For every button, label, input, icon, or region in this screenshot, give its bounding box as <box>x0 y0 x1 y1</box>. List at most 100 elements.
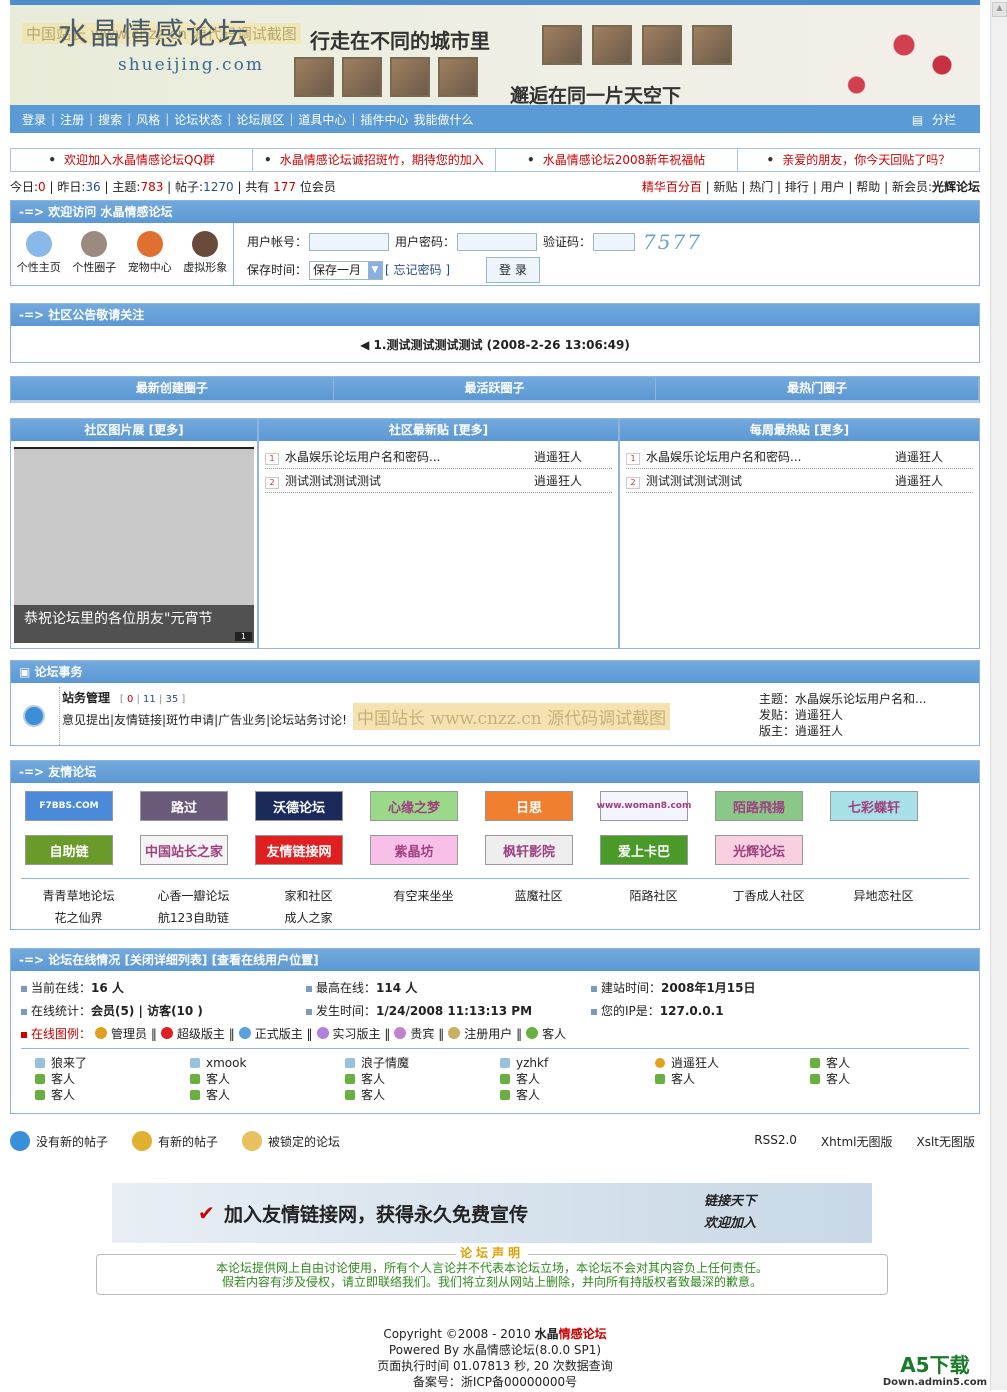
nav-item[interactable]: 风格 <box>136 111 160 128</box>
friend-logo[interactable]: 陌路飛揚 <box>715 791 803 821</box>
scroll-up-arrow[interactable]: ▲ <box>992 2 1007 17</box>
version-link[interactable]: Xslt无图版 <box>916 1133 975 1150</box>
post-author[interactable]: 逍遥狂人 <box>534 445 582 468</box>
stats-link[interactable]: 新贴 <box>714 180 738 194</box>
last-poster[interactable]: 发贴：逍遥狂人 <box>759 707 926 723</box>
welcome-shortcut[interactable]: 宠物中心 <box>123 231 177 285</box>
post-title[interactable]: 水晶娱乐论坛用户名和密码... <box>646 450 801 464</box>
friend-logo[interactable]: 紫晶坊 <box>370 835 458 865</box>
save-time-select[interactable]: 保存一月 ▼ <box>309 260 384 280</box>
post-author[interactable]: 逍遥狂人 <box>895 445 943 468</box>
version-link[interactable]: RSS2.0 <box>754 1133 797 1150</box>
online-user[interactable]: 客人 <box>810 1071 965 1087</box>
nav-item[interactable]: 注册 <box>60 111 84 128</box>
user-name[interactable]: 浪子情魔 <box>361 1056 409 1070</box>
friend-logo[interactable]: 枫轩影院 <box>485 835 573 865</box>
last-topic[interactable]: 主题：水晶娱乐论坛用户名和... <box>759 691 926 707</box>
site-logo[interactable]: 水晶情感论坛 <box>58 9 250 53</box>
post-author[interactable]: 逍遥狂人 <box>895 469 943 492</box>
friend-logo[interactable]: 光辉论坛 <box>715 835 803 865</box>
online-title[interactable]: -=> 论坛在线情况 [关闭详细列表] [查看在线用户位置] <box>11 949 979 971</box>
forum-name[interactable]: 站务管理 <box>62 691 110 705</box>
online-user[interactable]: 客人 <box>500 1087 655 1103</box>
user-name[interactable]: xmook <box>206 1056 246 1070</box>
user-name[interactable]: 客人 <box>826 1056 850 1070</box>
gallery-page[interactable]: 1 <box>234 632 252 641</box>
collapse-icon[interactable]: ▣ <box>19 665 35 679</box>
login-button[interactable]: 登 录 <box>486 257 540 283</box>
user-name[interactable]: yzhkf <box>516 1056 548 1070</box>
gallery-image[interactable]: 恭祝论坛里的各位朋友"元宵节 1 <box>14 447 254 643</box>
friend-logo[interactable]: 中国站长之家 <box>140 835 228 865</box>
post-title[interactable]: 水晶娱乐论坛用户名和密码... <box>285 450 440 464</box>
user-name[interactable]: 客人 <box>671 1072 695 1086</box>
version-link[interactable]: Xhtml无图版 <box>821 1133 893 1150</box>
gallery-title[interactable]: 社区图片展 [更多] <box>11 419 257 441</box>
friend-text-link[interactable]: 花之仙界 <box>21 909 136 926</box>
welcome-shortcut[interactable]: 个性主页 <box>12 231 66 285</box>
stats-link[interactable]: 精华百分百 <box>642 180 702 194</box>
friend-text-link[interactable]: 蓝魔社区 <box>481 887 596 904</box>
online-user[interactable]: 客人 <box>35 1071 190 1087</box>
stats-link[interactable]: 用户 <box>821 180 845 194</box>
friend-text-link[interactable]: 异地恋社区 <box>826 887 941 904</box>
scrollbar[interactable]: ▲ <box>990 0 1007 1390</box>
new-member[interactable]: 光辉论坛 <box>932 180 980 194</box>
friend-text-link[interactable]: 有空来坐坐 <box>366 887 481 904</box>
friend-text-link[interactable]: 心香一瓣论坛 <box>136 887 251 904</box>
friend-text-link[interactable]: 家和社区 <box>251 887 366 904</box>
captcha-input[interactable] <box>593 233 636 251</box>
post-author[interactable]: 逍遥狂人 <box>534 469 582 492</box>
circle-tab[interactable]: 最活跃圈子 <box>334 377 657 400</box>
notice-item[interactable]: • 水晶情感论坛2008新年祝福帖 <box>496 149 738 171</box>
stats-link[interactable]: 热门 <box>749 180 773 194</box>
latest-title[interactable]: 社区最新贴 [更多] <box>259 419 618 441</box>
stats-link[interactable]: 排行 <box>785 180 809 194</box>
stats-link[interactable]: 帮助 <box>856 180 880 194</box>
ad-banner[interactable]: ✔ 加入友情链接网，获得永久免费宣传 链接天下 欢迎加入 <box>112 1183 872 1243</box>
post-row[interactable]: 2 测试测试测试测试 逍遥狂人 <box>265 469 612 493</box>
username-input[interactable] <box>309 233 390 251</box>
online-user[interactable]: 浪子情魔 <box>345 1055 500 1071</box>
friend-logo[interactable]: 日思 <box>485 791 573 821</box>
nav-item[interactable]: 道具中心 <box>298 111 346 128</box>
friend-logo[interactable]: 爱上卡巴 <box>600 835 688 865</box>
user-name[interactable]: 客人 <box>206 1088 230 1102</box>
nav-item[interactable]: 搜索 <box>98 111 122 128</box>
brand[interactable]: 情感论坛 <box>559 1327 607 1341</box>
user-name[interactable]: 客人 <box>206 1072 230 1086</box>
friend-logo[interactable]: www.woman8.com <box>597 791 691 821</box>
nav-item[interactable]: 我能做什么 <box>413 111 473 128</box>
online-user[interactable]: 客人 <box>190 1071 345 1087</box>
user-name[interactable]: 狼来了 <box>51 1056 87 1070</box>
online-user[interactable]: 客人 <box>345 1071 500 1087</box>
friend-logo[interactable]: 友情链接网 <box>255 835 343 865</box>
nav-item[interactable]: 登录 <box>22 111 46 128</box>
forgot-password-link[interactable]: [ 忘记密码 ] <box>385 259 450 281</box>
password-input[interactable] <box>457 233 538 251</box>
moderator[interactable]: 版主：逍遥狂人 <box>759 723 926 739</box>
notice-item[interactable]: • 亲爱的朋友，你今天回贴了吗？ <box>738 149 979 171</box>
friend-logo[interactable]: 自助链 <box>25 835 113 865</box>
circle-tab[interactable]: 最新创建圈子 <box>11 377 334 400</box>
captcha-image[interactable]: 7577 <box>643 231 702 253</box>
nav-item[interactable]: 论坛展区 <box>236 111 284 128</box>
post-row[interactable]: 1 水晶娱乐论坛用户名和密码... 逍遥狂人 <box>626 445 973 469</box>
announcement-item[interactable]: 1.测试测试测试测试 (2008-2-26 13:06:49) <box>374 338 630 352</box>
circle-tab[interactable]: 最热门圈子 <box>656 377 980 400</box>
friend-text-link[interactable]: 青青草地论坛 <box>21 887 136 904</box>
friend-text-link[interactable]: 航123自助链 <box>136 909 251 926</box>
friend-logo[interactable]: F7BBS.COM <box>25 791 113 821</box>
online-user[interactable]: 狼来了 <box>35 1055 190 1071</box>
nav-item[interactable]: 论坛状态 <box>174 111 222 128</box>
notice-item[interactable]: • 水晶情感论坛诚招斑竹，期待您的加入 <box>253 149 496 171</box>
online-user[interactable]: 客人 <box>500 1071 655 1087</box>
user-name[interactable]: 客人 <box>516 1072 540 1086</box>
online-user[interactable]: 客人 <box>810 1055 965 1071</box>
post-row[interactable]: 1 水晶娱乐论坛用户名和密码... 逍遥狂人 <box>265 445 612 469</box>
friend-logo[interactable]: 心缘之梦 <box>370 791 458 821</box>
friend-logo[interactable]: 沃德论坛 <box>255 791 343 821</box>
user-name[interactable]: 客人 <box>516 1088 540 1102</box>
user-name[interactable]: 客人 <box>51 1088 75 1102</box>
online-user[interactable]: xmook <box>190 1055 345 1071</box>
